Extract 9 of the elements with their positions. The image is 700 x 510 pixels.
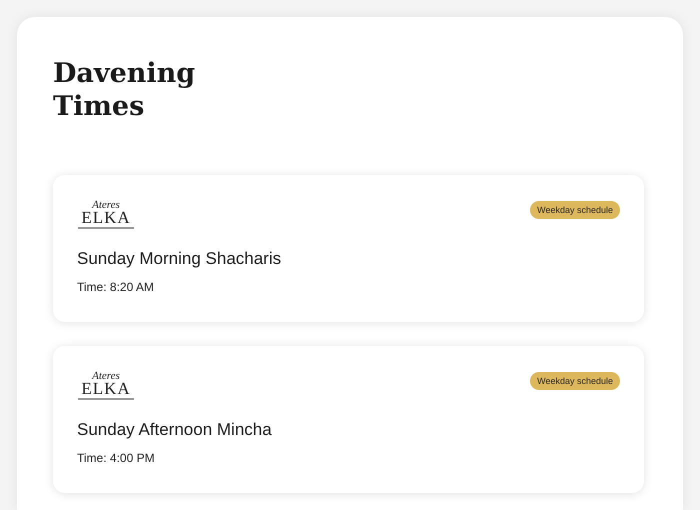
service-name: Sunday Afternoon Mincha (77, 420, 273, 440)
service-name: Sunday Morning Shacharis (77, 249, 282, 269)
service-time: Time: 4:00 PM (77, 451, 156, 465)
schedule-badge: Weekday schedule (530, 372, 620, 390)
logo: Ateres ELKA (77, 372, 135, 400)
schedule-badge: Weekday schedule (530, 201, 620, 219)
logo: Ateres ELKA (77, 201, 135, 229)
service-time: Time: 8:20 AM (77, 280, 155, 294)
page-title: Davening Times (53, 57, 193, 123)
